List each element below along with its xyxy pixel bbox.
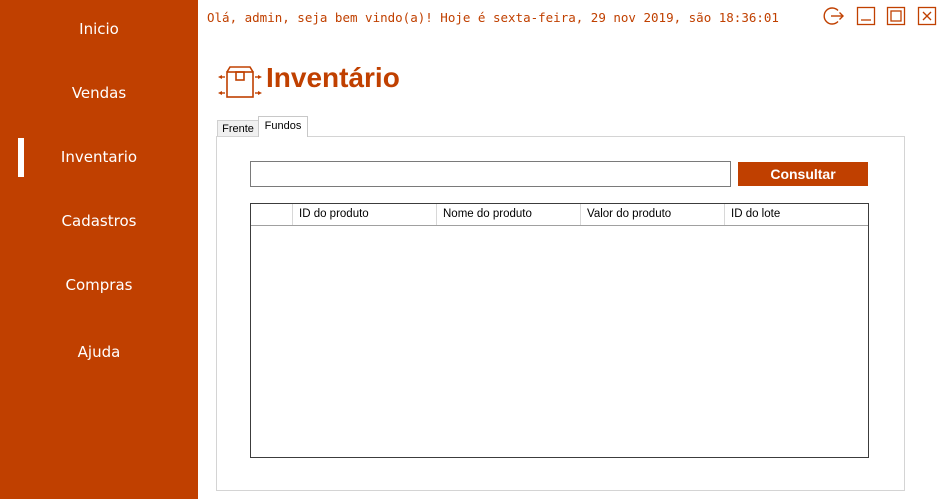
minimize-button[interactable] xyxy=(855,5,877,27)
sidebar-item-compras[interactable]: Compras xyxy=(0,276,198,294)
sidebar-item-inicio[interactable]: Inicio xyxy=(0,20,198,38)
greeting-text: Olá, admin, seja bem vindo(a)! Hoje é se… xyxy=(207,10,779,25)
data-grid[interactable]: ID do produto Nome do produto Valor do p… xyxy=(250,203,869,458)
sidebar-item-vendas[interactable]: Vendas xyxy=(0,84,198,102)
sidebar: Inicio Vendas Inventario Cadastros Compr… xyxy=(0,0,198,499)
box-icon xyxy=(218,66,262,98)
sidebar-item-cadastros[interactable]: Cadastros xyxy=(0,212,198,230)
grid-header: ID do produto Nome do produto Valor do p… xyxy=(251,204,868,226)
search-input[interactable] xyxy=(250,161,731,187)
maximize-icon xyxy=(886,6,906,26)
close-icon xyxy=(917,6,937,26)
tab-fundos[interactable]: Fundos xyxy=(258,116,308,137)
column-header-nome-produto[interactable]: Nome do produto xyxy=(437,204,581,225)
sidebar-item-ajuda[interactable]: Ajuda xyxy=(0,343,198,361)
close-button[interactable] xyxy=(916,5,938,27)
sidebar-item-inventario[interactable]: Inventario xyxy=(0,148,198,166)
logout-icon xyxy=(823,7,844,25)
consultar-button[interactable]: Consultar xyxy=(738,162,868,186)
maximize-button[interactable] xyxy=(885,5,907,27)
page-title: Inventário xyxy=(266,62,400,93)
row-header-column[interactable] xyxy=(251,204,293,225)
column-header-id-produto[interactable]: ID do produto xyxy=(293,204,437,225)
minimize-icon xyxy=(856,6,876,26)
tab-frente[interactable]: Frente xyxy=(217,120,259,137)
logout-button[interactable] xyxy=(823,5,845,27)
column-header-valor-produto[interactable]: Valor do produto xyxy=(581,204,725,225)
column-header-id-lote[interactable]: ID do lote xyxy=(725,204,868,225)
